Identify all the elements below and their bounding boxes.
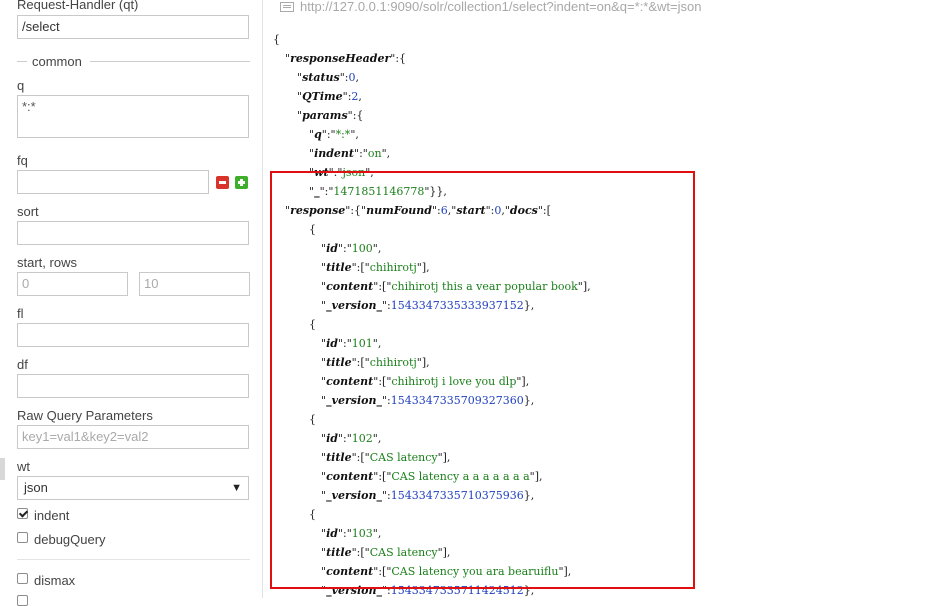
json-line: "id":"100", <box>321 242 382 255</box>
json-line: "content":["CAS latency a a a a a a a"], <box>321 470 543 483</box>
add-fq-icon[interactable] <box>235 176 248 189</box>
side-handle <box>0 458 5 480</box>
json-line: "response":{"numFound":6,"start":0,"docs… <box>285 204 551 217</box>
json-line: { <box>309 223 316 236</box>
json-line: "_version_":1543347335333937152}, <box>321 299 535 312</box>
dismax-label: dismax <box>34 573 76 588</box>
remove-fq-icon[interactable] <box>216 176 229 189</box>
json-line: "wt":"json", <box>309 166 374 179</box>
request-handler-label: Request-Handler (qt) <box>17 0 139 12</box>
json-line: "QTime":2, <box>297 90 362 103</box>
json-line: "content":["chihirotj this a vear popula… <box>321 280 591 293</box>
start-rows-label: start, rows <box>17 255 77 270</box>
select-arrow-icon: ▼ <box>231 482 242 494</box>
json-line: "id":"101", <box>321 337 382 350</box>
debug-query-label: debugQuery <box>34 532 106 547</box>
json-line: { <box>309 508 316 521</box>
df-input[interactable] <box>17 374 249 398</box>
fq-input[interactable] <box>17 170 209 194</box>
debug-query-checkbox[interactable] <box>17 532 28 543</box>
json-line: { <box>309 413 316 426</box>
wt-select[interactable]: json ▼ <box>17 476 249 500</box>
json-line: "title":["CAS latency"], <box>321 451 451 464</box>
json-line: "responseHeader":{ <box>285 52 407 65</box>
json-line: "indent":"on", <box>309 147 391 160</box>
dismax-checkbox[interactable] <box>17 573 28 584</box>
rows-input[interactable]: 10 <box>139 272 250 296</box>
common-divider-right <box>90 61 250 62</box>
json-line: "q":"*:*", <box>309 128 359 141</box>
raw-params-label: Raw Query Parameters <box>17 408 153 423</box>
json-line: { <box>309 318 316 331</box>
sort-input[interactable] <box>17 221 249 245</box>
json-line: { <box>273 33 280 46</box>
json-line: "_version_":1543347335710375936}, <box>321 489 535 502</box>
json-line: "title":["chihirotj"], <box>321 356 430 369</box>
link-icon <box>280 2 294 12</box>
q-label: q <box>17 78 25 93</box>
wt-label: wt <box>17 459 30 474</box>
common-divider-left <box>17 61 27 62</box>
request-url-link[interactable]: http://127.0.0.1:9090/solr/collection1/s… <box>300 0 701 14</box>
df-label: df <box>17 357 28 372</box>
fl-label: fl <box>17 306 24 321</box>
section-divider <box>17 559 250 560</box>
request-handler-input[interactable]: /select <box>17 15 249 39</box>
json-line: "id":"103", <box>321 527 382 540</box>
json-line: "content":["chihirotj i love you dlp"], <box>321 375 530 388</box>
json-line: "_":"1471851146778"}}, <box>309 185 447 198</box>
indent-checkbox[interactable] <box>17 508 28 519</box>
json-line: "content":["CAS latency you ara bearuifl… <box>321 565 572 578</box>
json-line: "_version_":1543347335709327360}, <box>321 394 535 407</box>
sort-label: sort <box>17 204 39 219</box>
indent-label: indent <box>34 508 70 523</box>
edismax-checkbox[interactable] <box>17 595 28 606</box>
query-form-panel: Request-Handler (qt) /select common q *:… <box>0 0 263 606</box>
json-line: "status":0, <box>297 71 360 84</box>
json-line: "_version_":1543347335711424512}, <box>321 584 535 597</box>
wt-select-value: json <box>24 480 48 495</box>
fl-input[interactable] <box>17 323 249 347</box>
start-input[interactable]: 0 <box>17 272 128 296</box>
json-line: "title":["chihirotj"], <box>321 261 430 274</box>
common-section-label: common <box>32 54 82 69</box>
q-textarea[interactable]: *:* <box>17 95 249 138</box>
fq-label: fq <box>17 153 28 168</box>
raw-params-input[interactable]: key1=val1&key2=val2 <box>17 425 249 449</box>
json-line: "title":["CAS latency"], <box>321 546 451 559</box>
json-line: "id":"102", <box>321 432 382 445</box>
json-line: "params":{ <box>297 109 364 122</box>
